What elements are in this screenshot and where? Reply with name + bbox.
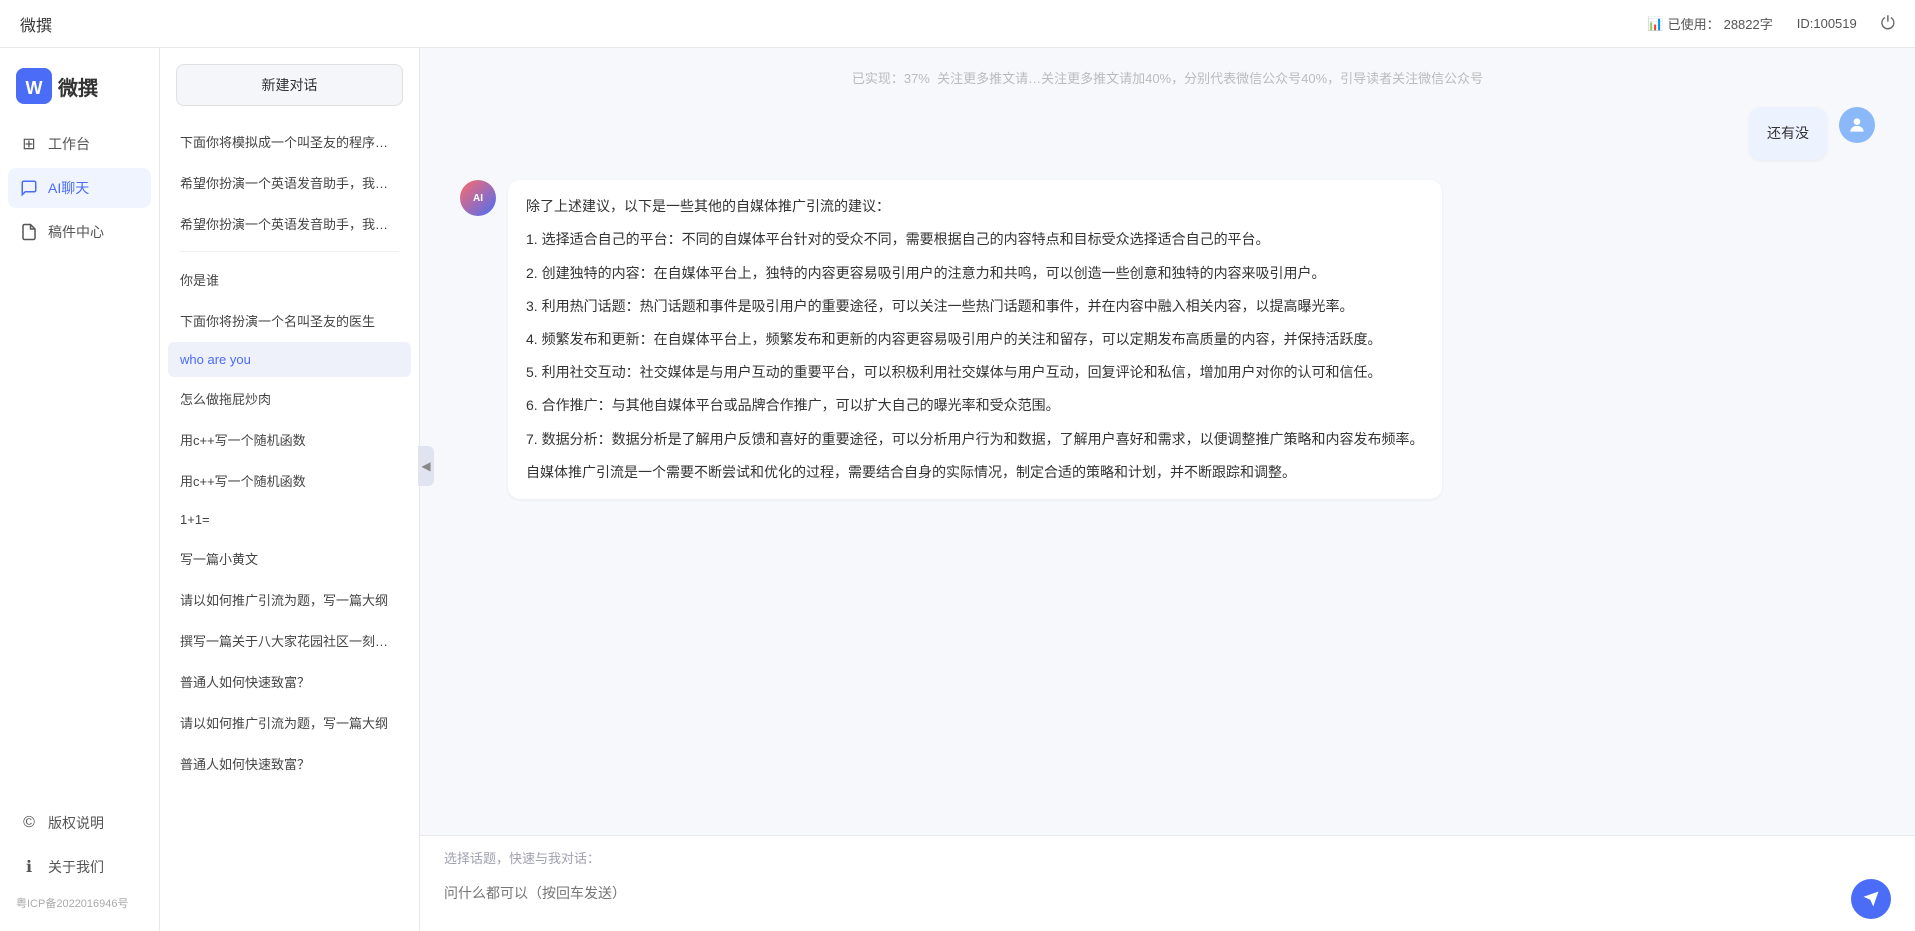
logout-button[interactable]: ⏻ xyxy=(1881,13,1895,34)
conversation-list: 下面你将模拟成一个叫圣友的程序员，我说... 希望你扮演一个英语发音助手，我提供… xyxy=(160,122,419,931)
list-item[interactable]: 普通人如何快速致富？ xyxy=(168,744,411,783)
sidebar-item-copyright[interactable]: © 版权说明 xyxy=(8,803,151,843)
topbar: 微撰 📊 已使用： 28822字 ID:100519 ⏻ xyxy=(0,0,1915,48)
list-item[interactable]: 用c++写一个随机函数 xyxy=(168,461,411,500)
ai-para-8: 自媒体推广引流是一个需要不断尝试和优化的过程，需要结合自身的实际情况，制定合适的… xyxy=(526,460,1424,485)
ai-para-7: 7. 数据分析：数据分析是了解用户反馈和喜好的重要途径，可以分析用户行为和数据，… xyxy=(526,427,1424,452)
ai-para-3: 3. 利用热门话题：热门话题和事件是吸引用户的重要途径，可以关注一些热门话题和事… xyxy=(526,294,1424,319)
main-layout: W 微撰 ⊞ 工作台 AI聊天 xyxy=(0,48,1915,931)
topbar-usage: 📊 已使用： 28822字 xyxy=(1647,14,1772,33)
ai-message-content: 除了上述建议，以下是一些其他的自媒体推广引流的建议： 1. 选择适合自己的平台：… xyxy=(508,180,1442,499)
list-item[interactable]: 撰写一篇关于八大家花园社区一刻钟便民生... xyxy=(168,621,411,660)
ai-para-1: 1. 选择适合自己的平台：不同的自媒体平台针对的受众不同，需要根据自己的内容特点… xyxy=(526,227,1424,252)
chat-input[interactable] xyxy=(444,875,1843,919)
list-item[interactable]: 普通人如何快速致富？ xyxy=(168,662,411,701)
message-row-ai: AI 除了上述建议，以下是一些其他的自媒体推广引流的建议： 1. 选择适合自己的… xyxy=(460,180,1875,499)
conv-panel: 新建对话 下面你将模拟成一个叫圣友的程序员，我说... 希望你扮演一个英语发音助… xyxy=(160,48,420,931)
list-item[interactable]: 用c++写一个随机函数 xyxy=(168,420,411,459)
about-label: 关于我们 xyxy=(48,857,104,877)
logo-icon: W xyxy=(16,68,52,104)
about-icon: ℹ xyxy=(20,858,38,876)
sidebar-item-workspace[interactable]: ⊞ 工作台 xyxy=(8,124,151,164)
list-item[interactable]: 写一篇小黄文 xyxy=(168,539,411,578)
user-avatar xyxy=(1839,107,1875,143)
sidebar-item-about[interactable]: ℹ 关于我们 xyxy=(8,847,151,887)
user-message-content: 还有没 xyxy=(1749,107,1827,160)
copyright-icon: © xyxy=(20,814,38,832)
ai-avatar: AI xyxy=(460,180,496,216)
collapse-panel-button[interactable]: ◀ xyxy=(418,446,434,486)
draft-label: 稿件中心 xyxy=(48,222,104,242)
conv-divider xyxy=(180,251,399,252)
message-row-user: 还有没 xyxy=(460,107,1875,160)
chat-area: 已实现：37% 关注更多推文请…关注更多推文请加40%，分别代表微信公众号40%… xyxy=(420,48,1915,931)
usage-count: 28822字 xyxy=(1724,14,1773,33)
list-item[interactable]: 请以如何推广引流为题，写一篇大纲 xyxy=(168,580,411,619)
sidebar-item-draft[interactable]: 稿件中心 xyxy=(8,212,151,252)
ai-para-2: 2. 创建独特的内容：在自媒体平台上，独特的内容更容易吸引用户的注意力和共鸣，可… xyxy=(526,261,1424,286)
list-item[interactable]: 下面你将模拟成一个叫圣友的程序员，我说... xyxy=(168,122,411,161)
send-icon xyxy=(1862,890,1880,908)
topbar-id: ID:100519 xyxy=(1797,16,1857,31)
input-row xyxy=(444,875,1891,919)
sidebar-nav: ⊞ 工作台 AI聊天 稿件中心 xyxy=(0,124,159,252)
list-item[interactable]: 希望你扮演一个英语发音助手，我提供给你... xyxy=(168,163,411,202)
usage-label: 已使用： xyxy=(1668,14,1720,33)
sidebar: W 微撰 ⊞ 工作台 AI聊天 xyxy=(0,48,160,931)
list-item[interactable]: 1+1= xyxy=(168,502,411,537)
logo-text: 微撰 xyxy=(58,72,98,101)
topbar-title: 微撰 xyxy=(20,12,52,36)
list-item[interactable]: 怎么做拖屁炒肉 xyxy=(168,379,411,418)
sidebar-logo: W 微撰 xyxy=(0,68,159,124)
sidebar-item-ai-chat[interactable]: AI聊天 xyxy=(8,168,151,208)
ai-chat-label: AI聊天 xyxy=(48,178,89,198)
workspace-label: 工作台 xyxy=(48,134,90,154)
new-conversation-button[interactable]: 新建对话 xyxy=(176,64,403,106)
quick-topics-label: 选择话题，快速与我对话： xyxy=(444,848,1891,867)
sidebar-footer: 粤ICP备2022016946号 xyxy=(0,887,159,911)
send-button[interactable] xyxy=(1851,879,1891,919)
ai-para-6: 6. 合作推广：与其他自媒体平台或品牌合作推广，可以扩大自己的曝光率和受众范围。 xyxy=(526,393,1424,418)
list-item[interactable]: 下面你将扮演一个名叫圣友的医生 xyxy=(168,301,411,340)
top-fade-text: 已实现：37% 关注更多推文请…关注更多推文请加40%，分别代表微信公众号40%… xyxy=(460,68,1875,87)
chat-input-area: 选择话题，快速与我对话： xyxy=(420,835,1915,931)
svg-text:W: W xyxy=(26,78,43,98)
workspace-icon: ⊞ xyxy=(20,135,38,153)
user-message-text: 还有没 xyxy=(1767,125,1809,141)
usage-icon: 📊 xyxy=(1647,16,1663,32)
list-item-active[interactable]: who are you xyxy=(168,342,411,377)
ai-para-4: 4. 频繁发布和更新：在自媒体平台上，频繁发布和更新的内容更容易吸引用户的关注和… xyxy=(526,327,1424,352)
topbar-right: 📊 已使用： 28822字 ID:100519 ⏻ xyxy=(1647,13,1895,34)
chat-messages: 已实现：37% 关注更多推文请…关注更多推文请加40%，分别代表微信公众号40%… xyxy=(420,48,1915,835)
ai-chat-icon xyxy=(20,179,38,197)
copyright-label: 版权说明 xyxy=(48,813,104,833)
list-item[interactable]: 请以如何推广引流为题，写一篇大纲 xyxy=(168,703,411,742)
ai-para-5: 5. 利用社交互动：社交媒体是与用户互动的重要平台，可以积极利用社交媒体与用户互… xyxy=(526,360,1424,385)
ai-para-0: 除了上述建议，以下是一些其他的自媒体推广引流的建议： xyxy=(526,194,1424,219)
draft-icon xyxy=(20,223,38,241)
list-item[interactable]: 希望你扮演一个英语发音助手，我提供给你... xyxy=(168,204,411,243)
sidebar-bottom: © 版权说明 ℹ 关于我们 xyxy=(0,803,159,887)
list-item[interactable]: 你是谁 xyxy=(168,260,411,299)
